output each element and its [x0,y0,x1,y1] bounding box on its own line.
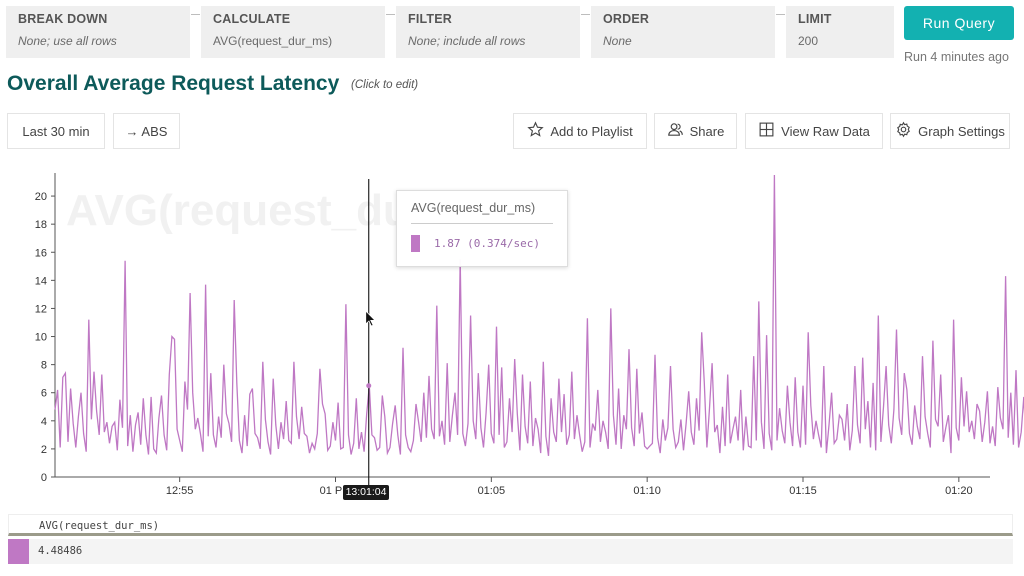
page-title[interactable]: Overall Average Request Latency [7,72,339,96]
y-tick-label: 12 [35,303,47,315]
view-raw-data-button[interactable]: View Raw Data [745,113,883,149]
add-to-playlist-label: Add to Playlist [550,123,633,139]
hover-point [366,383,372,389]
clause-calculate[interactable]: CALCULATE AVG(request_dur_ms) [201,6,385,58]
run-query-button[interactable]: Run Query [904,6,1014,40]
summary-column-header: AVG(request_dur_ms) [39,520,160,532]
clause-label: FILTER [408,12,453,26]
clause-label: BREAK DOWN [18,12,108,26]
y-axis: 0 2 4 6 8 10 12 14 16 18 20 [35,173,56,484]
clause-separator [776,14,785,15]
y-tick-label: 18 [35,219,47,231]
clause-separator [581,14,590,15]
x-tick-label: 01:15 [789,485,817,495]
x-tick-label: 01:10 [633,485,661,495]
summary-value: 4.48486 [38,545,83,557]
y-tick-label: 20 [35,191,47,203]
x-tick-label: 01:20 [945,485,973,495]
series-swatch [8,539,29,564]
clause-value: None; include all rows [408,34,526,48]
clause-value: AVG(request_dur_ms) [213,34,333,48]
time-range-button[interactable]: Last 30 min [7,113,105,149]
graph-settings-label: Graph Settings [918,123,1005,139]
x-tick-label: 12:55 [166,485,194,495]
clause-order[interactable]: ORDER None [591,6,775,58]
y-tick-label: 0 [41,472,47,484]
y-tick-label: 16 [35,247,47,259]
clause-limit[interactable]: LIMIT 200 [786,6,894,58]
graph-settings-button[interactable]: Graph Settings [890,113,1010,149]
abs-label: → ABS [125,123,168,139]
clause-value: None [603,34,632,48]
tooltip-value: 1.87 (0.374/sec) [434,237,540,250]
tooltip-row: 1.87 (0.374/sec) [411,235,553,252]
clause-separator [191,14,200,15]
x-axis: 12:55 01 PM 01:05 01:10 01:15 01:20 [55,476,990,495]
users-icon [667,121,684,141]
x-tick-label: 01:05 [478,485,506,495]
clause-separator [386,14,395,15]
y-tick-label: 2 [41,444,47,456]
clause-value: 200 [798,34,819,48]
share-label: Share [689,123,725,139]
gear-icon [895,121,912,141]
clause-break-down[interactable]: BREAK DOWN None; use all rows [6,6,190,58]
mouse-cursor-icon [365,310,376,327]
abs-toggle-button[interactable]: → ABS [113,113,180,149]
y-tick-label: 8 [41,360,47,372]
hover-time-label: 13:01:04 [343,485,389,500]
clause-label: LIMIT [798,12,832,26]
table-row[interactable]: 4.48486 [8,539,1013,564]
title-edit-hint: (Click to edit) [351,79,419,91]
hover-tooltip: AVG(request_dur_ms) 1.87 (0.374/sec) [396,190,568,267]
run-status: Run 4 minutes ago [904,50,1009,64]
clause-label: CALCULATE [213,12,291,26]
star-icon [527,121,544,141]
clause-label: ORDER [603,12,650,26]
y-tick-label: 14 [35,275,47,287]
y-tick-label: 4 [41,416,47,428]
y-tick-label: 10 [35,332,47,344]
tooltip-series-swatch [411,235,420,252]
y-tick-label: 6 [41,388,47,400]
share-button[interactable]: Share [654,113,737,149]
clause-filter[interactable]: FILTER None; include all rows [396,6,580,58]
table-icon [758,121,775,141]
clause-value: None; use all rows [18,34,117,48]
time-range-label: Last 30 min [22,123,90,139]
tooltip-title: AVG(request_dur_ms) [411,201,553,224]
add-to-playlist-button[interactable]: Add to Playlist [513,113,647,149]
summary-table-header: AVG(request_dur_ms) [8,514,1013,536]
view-raw-data-label: View Raw Data [781,123,870,139]
summary-table: AVG(request_dur_ms) 4.48486 [8,514,1013,566]
